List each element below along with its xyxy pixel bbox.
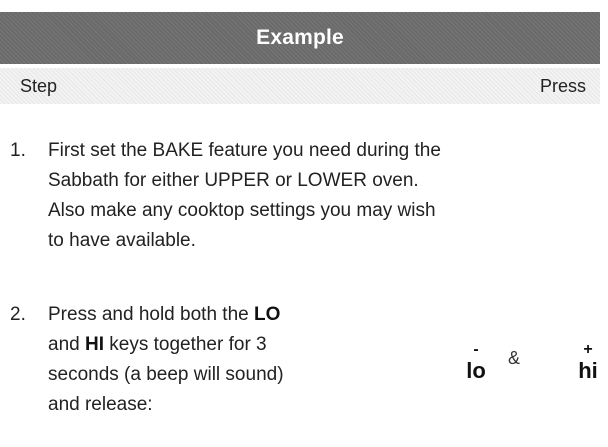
- header-title: Example: [256, 26, 344, 49]
- step-2-line-2-text: and: [48, 334, 85, 355]
- step-1-line-3: Also make any cooktop settings you may w…: [48, 200, 436, 221]
- step-1-line-1: First set the BAKE feature you need duri…: [48, 140, 441, 161]
- example-header: Example: [0, 12, 600, 64]
- step-2-line-3: seconds (a beep will sound): [48, 364, 284, 385]
- step-2-line-2-rest: keys together for 3: [103, 334, 267, 355]
- hi-key: + hi: [568, 342, 608, 384]
- step-1-line-4: to have available.: [48, 230, 196, 251]
- ampersand-separator: &: [508, 348, 521, 368]
- step-2-number: 2.: [10, 304, 26, 325]
- step-1-line-2: Sabbath for either UPPER or LOWER oven.: [48, 170, 419, 191]
- step-2-line-1: Press and hold both the LO: [48, 300, 280, 330]
- step-2-line-4: and release:: [48, 394, 153, 415]
- step-1-number: 1.: [10, 140, 26, 161]
- column-header-bar: Step Press: [0, 68, 600, 104]
- step-2-line-1-text: Press and hold both the: [48, 304, 254, 325]
- press-column-header: Press: [539, 76, 586, 96]
- lo-key-label: lo: [466, 358, 486, 383]
- minus-icon: -: [473, 341, 479, 358]
- step-2-line-2: and HI keys together for 3: [48, 330, 267, 360]
- hi-key-name: HI: [84, 334, 104, 355]
- hi-key-label: hi: [578, 358, 598, 383]
- lo-key-name: LO: [253, 304, 281, 325]
- key-press-illustration: - lo & + hi: [456, 342, 606, 402]
- step-column-header: Step: [20, 76, 58, 96]
- lo-key: - lo: [456, 342, 496, 384]
- plus-icon: +: [583, 341, 593, 358]
